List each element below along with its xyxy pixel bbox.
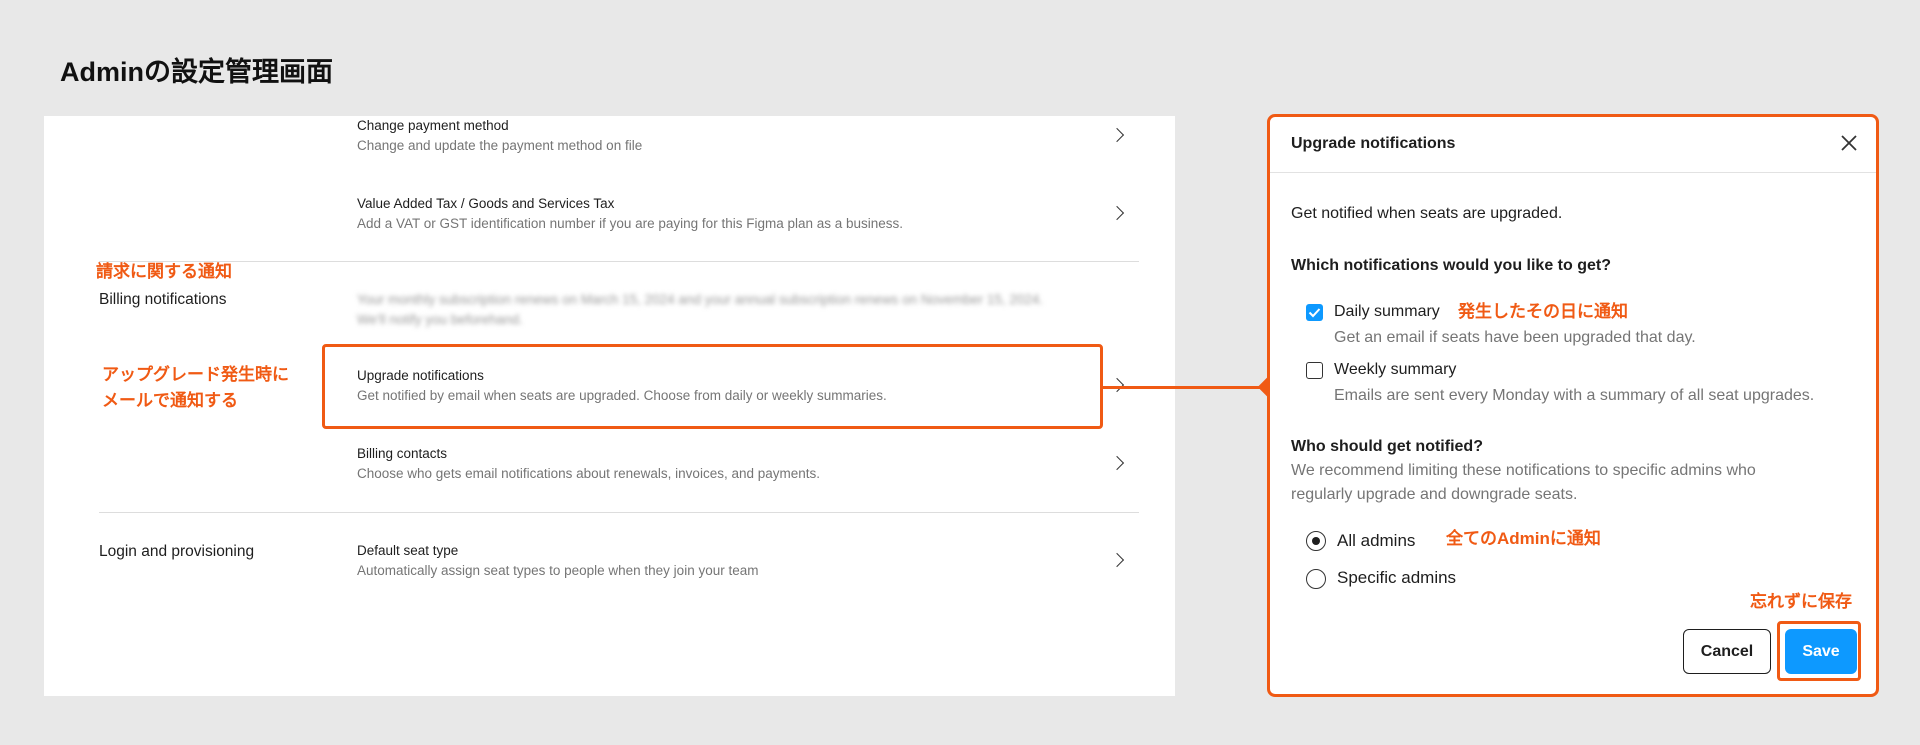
check-icon (1308, 308, 1321, 318)
connector-line (1103, 386, 1268, 389)
who-notified-desc: We recommend limiting these notification… (1291, 459, 1756, 507)
all-admins-radio[interactable] (1306, 531, 1326, 551)
upgrade-notifications-modal: Upgrade notifications Get notified when … (1267, 114, 1879, 697)
all-admins-label: All admins (1337, 531, 1416, 550)
radio-selected-dot (1311, 536, 1320, 545)
weekly-summary-label: Weekly summary (1334, 361, 1457, 378)
blurred-renewal-text: Your monthly subscription renews on Marc… (357, 290, 1097, 330)
settings-row-billing-contacts[interactable]: Billing contacts Choose who gets email n… (357, 446, 1127, 481)
modal-header: Upgrade notifications (1270, 117, 1876, 173)
settings-row-change-payment[interactable]: Change payment method Change and update … (357, 118, 1127, 153)
setting-description: Automatically assign seat types to peopl… (357, 563, 759, 578)
section-label-login-provisioning: Login and provisioning (99, 543, 255, 560)
upgrade-highlight-box (322, 344, 1103, 429)
annotation-line: アップグレード発生時に (102, 365, 289, 384)
specific-admins-label: Specific admins (1337, 568, 1457, 587)
notification-question: Which notifications would you like to ge… (1291, 257, 1611, 274)
save-button[interactable]: Save (1785, 629, 1857, 674)
desc-line: We recommend limiting these notification… (1291, 462, 1756, 479)
setting-description: Add a VAT or GST identification number i… (357, 216, 904, 231)
annotation-save-note: 忘れずに保存 (1750, 592, 1852, 611)
weekly-summary-desc: Emails are sent every Monday with a summ… (1334, 387, 1815, 404)
weekly-summary-checkbox[interactable] (1306, 362, 1323, 379)
who-notified-heading: Who should get notified? (1291, 438, 1483, 455)
daily-summary-label: Daily summary (1334, 303, 1440, 320)
annotation-billing-note: 請求に関する通知 (96, 262, 232, 281)
blurred-line: Your monthly subscription renews on Marc… (357, 292, 1044, 307)
daily-summary-desc: Get an email if seats have been upgraded… (1334, 329, 1696, 346)
setting-label: Value Added Tax / Goods and Services Tax (357, 196, 615, 211)
section-label-billing-notifications: Billing notifications (99, 291, 227, 308)
setting-label: Default seat type (357, 543, 459, 558)
settings-row-vat[interactable]: Value Added Tax / Goods and Services Tax… (357, 196, 1127, 231)
setting-description: Change and update the payment method on … (357, 138, 643, 153)
setting-description: Choose who gets email notifications abou… (357, 466, 821, 481)
blurred-line: We'll notify you beforehand. (357, 312, 523, 327)
annotation-daily-note: 発生したその日に通知 (1458, 302, 1628, 321)
annotation-line: メールで通知する (102, 391, 238, 410)
close-icon[interactable] (1838, 132, 1860, 154)
annotation-all-admins-note: 全てのAdminに通知 (1446, 529, 1601, 548)
setting-label: Billing contacts (357, 446, 448, 461)
daily-summary-checkbox[interactable] (1306, 304, 1323, 321)
settings-row-default-seat[interactable]: Default seat type Automatically assign s… (357, 543, 1127, 578)
section-divider (99, 512, 1139, 513)
desc-line: regularly upgrade and downgrade seats. (1291, 486, 1578, 503)
setting-label: Change payment method (357, 118, 509, 133)
modal-title: Upgrade notifications (1291, 135, 1456, 152)
page-title: Adminの設定管理画面 (60, 57, 333, 87)
annotation-upgrade-note: アップグレード発生時に メールで通知する (102, 362, 289, 414)
section-divider (99, 261, 1139, 262)
cancel-button[interactable]: Cancel (1683, 629, 1771, 674)
modal-intro: Get notified when seats are upgraded. (1291, 205, 1563, 222)
specific-admins-radio[interactable] (1306, 569, 1326, 589)
